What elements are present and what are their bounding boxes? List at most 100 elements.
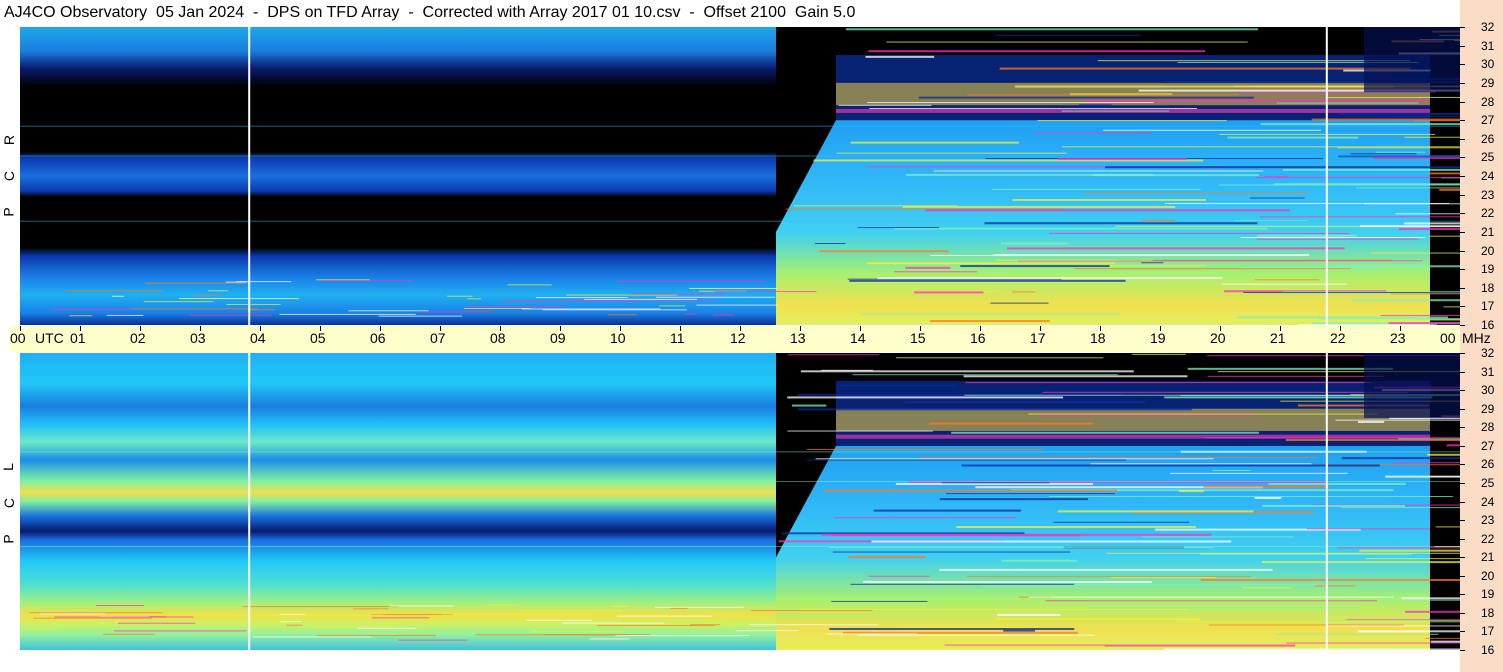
interference-streak bbox=[791, 404, 827, 407]
freq-tick bbox=[1460, 138, 1465, 140]
interference-streak bbox=[1282, 168, 1460, 171]
low-freq-streak bbox=[348, 310, 429, 312]
interference-streak bbox=[1371, 252, 1460, 254]
freq-tick bbox=[1460, 82, 1465, 84]
interference-streak bbox=[1256, 238, 1419, 240]
freq-tick bbox=[1460, 353, 1465, 354]
interference-streak bbox=[866, 262, 1115, 265]
interference-streak bbox=[1057, 510, 1254, 513]
interference-streak bbox=[1365, 558, 1460, 560]
low-freq-streak bbox=[689, 624, 720, 626]
polarization-letter: L bbox=[0, 463, 16, 471]
interference-streak bbox=[780, 645, 1105, 648]
interference-streak bbox=[1048, 495, 1453, 497]
interference-streak bbox=[1058, 157, 1187, 160]
interference-streak bbox=[1275, 633, 1439, 635]
interference-streak bbox=[1208, 624, 1404, 626]
low-freq-streak bbox=[26, 628, 57, 630]
interference-streak bbox=[1404, 136, 1460, 138]
interference-streak bbox=[849, 279, 1126, 282]
interference-streak bbox=[1001, 559, 1077, 562]
interference-streak bbox=[1178, 490, 1204, 493]
freq-tick-label: 32 bbox=[1481, 346, 1495, 360]
interference-streak bbox=[1142, 536, 1294, 538]
interference-streak bbox=[845, 28, 1259, 31]
interference-streak bbox=[787, 430, 933, 432]
low-freq-streak bbox=[371, 613, 454, 615]
freq-tick-label: 22 bbox=[1481, 531, 1495, 546]
interference-streak bbox=[1254, 497, 1282, 500]
interference-streak bbox=[1439, 188, 1460, 191]
interference-streak bbox=[914, 291, 984, 294]
low-freq-streak bbox=[658, 305, 686, 307]
low-freq-streak bbox=[389, 605, 454, 607]
interference-streak bbox=[819, 250, 949, 253]
time-tick-label: 06 bbox=[370, 330, 386, 346]
interference-streak bbox=[1227, 136, 1359, 139]
low-freq-streak bbox=[145, 282, 246, 284]
low-freq-streak bbox=[735, 630, 799, 632]
freq-tick-label: 27 bbox=[1481, 113, 1495, 128]
freq-tick bbox=[1460, 408, 1465, 410]
time-tick bbox=[200, 326, 201, 331]
freq-tick bbox=[1460, 427, 1465, 429]
interference-streak bbox=[965, 382, 1372, 384]
interference-streak bbox=[1306, 528, 1431, 530]
low-freq-streak bbox=[562, 622, 665, 624]
interference-streak bbox=[1435, 526, 1460, 528]
time-tick bbox=[440, 326, 441, 331]
interference-streak bbox=[999, 67, 1411, 70]
low-freq-streak bbox=[179, 298, 299, 300]
interference-streak bbox=[904, 401, 1146, 404]
interference-streak bbox=[861, 313, 1120, 315]
freq-tick bbox=[1460, 390, 1465, 392]
low-freq-streak bbox=[507, 284, 552, 286]
lcp-spectrogram bbox=[20, 353, 1460, 650]
rfi-line bbox=[20, 481, 1460, 483]
interference-streak bbox=[964, 394, 1372, 396]
rcp-spectrogram bbox=[20, 27, 1460, 325]
interference-streak bbox=[992, 188, 1201, 190]
interference-streak bbox=[1132, 353, 1186, 355]
time-tick bbox=[1100, 326, 1101, 331]
low-freq-streak bbox=[526, 619, 592, 621]
interference-streak bbox=[1326, 625, 1460, 627]
freq-tick-label: 18 bbox=[1481, 280, 1495, 295]
interference-streak bbox=[852, 374, 1118, 376]
interference-streak bbox=[939, 498, 1089, 501]
rfi-line bbox=[20, 220, 1460, 222]
low-freq-streak bbox=[371, 617, 430, 619]
interference-streak bbox=[1385, 475, 1460, 478]
freq-tick bbox=[1460, 631, 1465, 633]
interference-streak bbox=[1390, 293, 1460, 295]
low-freq-streak bbox=[712, 314, 735, 316]
time-tick bbox=[680, 326, 681, 331]
interference-streak bbox=[1395, 213, 1460, 215]
interference-streak bbox=[1207, 375, 1384, 377]
interference-streak bbox=[1028, 413, 1379, 415]
interference-streak bbox=[1039, 415, 1254, 417]
interference-streak bbox=[1257, 234, 1357, 237]
interference-streak bbox=[806, 459, 1127, 461]
time-tick-label: 23 bbox=[1390, 330, 1406, 346]
freq-tick bbox=[1460, 231, 1465, 233]
interference-streak bbox=[857, 634, 1095, 636]
interference-streak bbox=[829, 627, 1075, 630]
time-tick bbox=[260, 326, 261, 331]
interference-streak bbox=[1276, 102, 1419, 104]
interference-streak bbox=[1042, 391, 1409, 393]
interference-streak bbox=[1079, 104, 1112, 107]
freq-tick bbox=[1460, 482, 1465, 484]
interference-streak bbox=[871, 540, 1232, 543]
interference-streak bbox=[946, 493, 1116, 495]
low-freq-streak bbox=[589, 638, 630, 640]
rfi-line bbox=[20, 155, 1460, 157]
interference-streak bbox=[1103, 129, 1321, 131]
vertical-event-line bbox=[1325, 27, 1328, 325]
interference-streak bbox=[984, 222, 1258, 225]
interference-streak bbox=[823, 489, 1117, 492]
rcp-heatmap-svg bbox=[20, 27, 1460, 325]
interference-streak bbox=[960, 265, 1110, 268]
interference-streak bbox=[1430, 640, 1460, 643]
interference-streak bbox=[941, 482, 1050, 484]
